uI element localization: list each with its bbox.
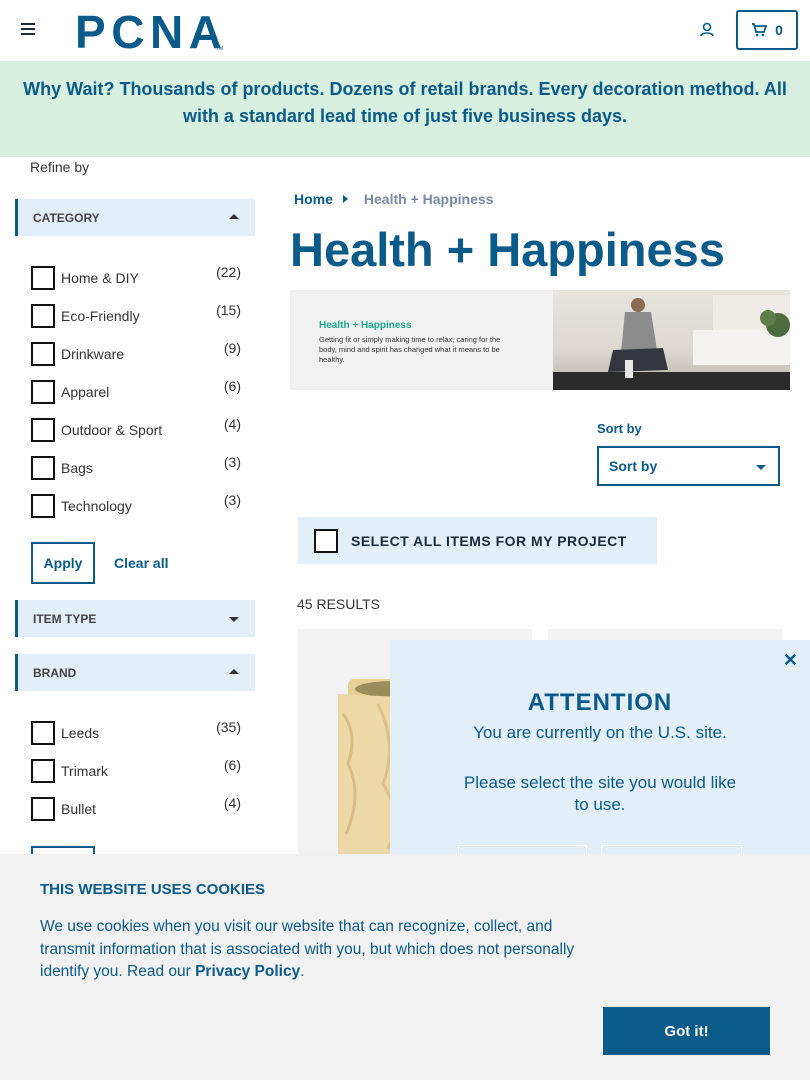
chevron-down-icon	[229, 617, 239, 622]
accept-cookies-button[interactable]: Got it!	[603, 1007, 770, 1055]
brand-option[interactable]: Bullet (4)	[31, 793, 246, 821]
category-option-count: (22)	[216, 264, 241, 280]
category-option[interactable]: Technology (3)	[31, 490, 246, 518]
select-all-items[interactable]: SELECT ALL ITEMS FOR MY PROJECT	[298, 517, 657, 564]
category-option-label: Eco-Friendly	[61, 308, 140, 324]
brand-option[interactable]: Trimark (6)	[31, 755, 246, 783]
category-option-label: Technology	[61, 498, 132, 514]
category-option[interactable]: Bags (3)	[31, 452, 246, 480]
sort-select[interactable]: Sort by	[597, 446, 780, 486]
brand-facet-toggle[interactable]: BRAND	[15, 654, 255, 691]
svg-text:TM: TM	[216, 46, 223, 52]
modal-message-current-site: You are currently on the U.S. site.	[473, 723, 727, 742]
brand-option-label: Trimark	[61, 763, 108, 779]
breadcrumb-arrow-icon	[342, 195, 348, 203]
checkbox[interactable]	[31, 266, 55, 290]
chevron-down-icon	[756, 465, 766, 470]
category-option-label: Drinkware	[61, 346, 125, 362]
svg-text:PCNA: PCNA	[75, 10, 221, 52]
category-option-count: (3)	[223, 454, 241, 470]
cookie-banner: THIS WEBSITE USES COOKIES We use cookies…	[0, 854, 810, 1080]
checkbox[interactable]	[31, 494, 55, 518]
category-option-count: (3)	[223, 492, 241, 508]
select-all-label: SELECT ALL ITEMS FOR MY PROJECT	[351, 533, 627, 549]
checkbox[interactable]	[31, 304, 55, 328]
category-option-count: (6)	[223, 378, 241, 394]
checkbox[interactable]	[31, 456, 55, 480]
checkbox[interactable]	[31, 759, 55, 783]
sort-label: Sort by	[597, 421, 642, 436]
category-hero-banner: Health + Happiness Getting fit or simply…	[290, 290, 790, 390]
category-option-label: Outdoor & Sport	[61, 422, 163, 438]
brand-option-count: (4)	[223, 795, 241, 811]
category-option[interactable]: Drinkware (9)	[31, 338, 246, 366]
category-option[interactable]: Home & DIY (22)	[31, 262, 246, 290]
breadcrumb-current: Health + Happiness	[363, 191, 494, 207]
checkbox[interactable]	[31, 342, 55, 366]
breadcrumb-home-link[interactable]: Home	[294, 191, 333, 207]
breadcrumb: Home Health + Happiness	[294, 191, 493, 207]
close-icon[interactable]: ✕	[783, 650, 798, 671]
checkbox[interactable]	[31, 797, 55, 821]
cookie-title: THIS WEBSITE USES COOKIES	[40, 881, 266, 898]
account-icon[interactable]	[697, 20, 717, 40]
chevron-up-icon	[229, 669, 239, 674]
promo-banner: Why Wait? Thousands of products. Dozens …	[0, 61, 810, 157]
privacy-policy-link[interactable]: Privacy Policy	[195, 963, 300, 980]
brand-option-count: (35)	[216, 719, 241, 735]
category-facet-title: CATEGORY	[33, 210, 100, 225]
category-option[interactable]: Outdoor & Sport (4)	[31, 414, 246, 442]
chevron-up-icon	[229, 214, 239, 219]
modal-message-select-site: Please select the site you would like to…	[463, 773, 737, 814]
checkbox[interactable]	[31, 418, 55, 442]
category-option-count: (4)	[223, 416, 241, 432]
item-type-facet-toggle[interactable]: ITEM TYPE	[15, 600, 255, 637]
category-option-count: (15)	[216, 302, 241, 318]
pcna-logo[interactable]: PCNA TM	[75, 10, 225, 52]
category-option[interactable]: Apparel (6)	[31, 376, 246, 404]
cart-button[interactable]: 0	[736, 10, 798, 50]
brand-facet-title: BRAND	[33, 665, 77, 680]
brand-option-count: (6)	[223, 757, 241, 773]
category-option[interactable]: Eco-Friendly (15)	[31, 300, 246, 328]
hamburger-menu-icon[interactable]	[21, 23, 35, 35]
hero-title: Health + Happiness	[319, 320, 412, 331]
cart-icon	[752, 23, 768, 37]
brand-option-label: Leeds	[61, 725, 100, 741]
category-option-label: Bags	[61, 460, 93, 476]
category-option-count: (9)	[223, 340, 241, 356]
brand-option-label: Bullet	[61, 801, 97, 817]
category-option-label: Apparel	[61, 384, 110, 400]
page-title: Health + Happiness	[290, 223, 725, 276]
hero-photo	[553, 290, 790, 390]
hero-subtitle: Getting fit or simply making time to rel…	[319, 335, 501, 364]
category-option-label: Home & DIY	[61, 270, 139, 286]
cookie-body: We use cookies when you visit our websit…	[40, 916, 610, 984]
cookie-body-text: We use cookies when you visit our websit…	[40, 918, 575, 980]
cookie-body-end: .	[300, 963, 305, 980]
item-type-facet-title: ITEM TYPE	[33, 611, 97, 626]
cart-count: 0	[775, 22, 783, 38]
results-count: 45 RESULTS	[297, 596, 380, 612]
sort-select-value: Sort by	[609, 458, 658, 474]
checkbox[interactable]	[314, 529, 338, 553]
modal-title: ATTENTION	[527, 689, 673, 716]
checkbox[interactable]	[31, 721, 55, 745]
promo-banner-text: Why Wait? Thousands of products. Dozens …	[23, 79, 787, 126]
category-facet-toggle[interactable]: CATEGORY	[15, 199, 255, 236]
clear-all-link[interactable]: Clear all	[114, 555, 168, 571]
checkbox[interactable]	[31, 380, 55, 404]
site-header: PCNA TM 0	[0, 0, 810, 61]
apply-button[interactable]: Apply	[31, 542, 95, 584]
brand-option[interactable]: Leeds (35)	[31, 717, 246, 745]
region-select-modal: ✕ ATTENTION You are currently on the U.S…	[390, 640, 810, 875]
refine-by-label: Refine by	[30, 159, 90, 175]
